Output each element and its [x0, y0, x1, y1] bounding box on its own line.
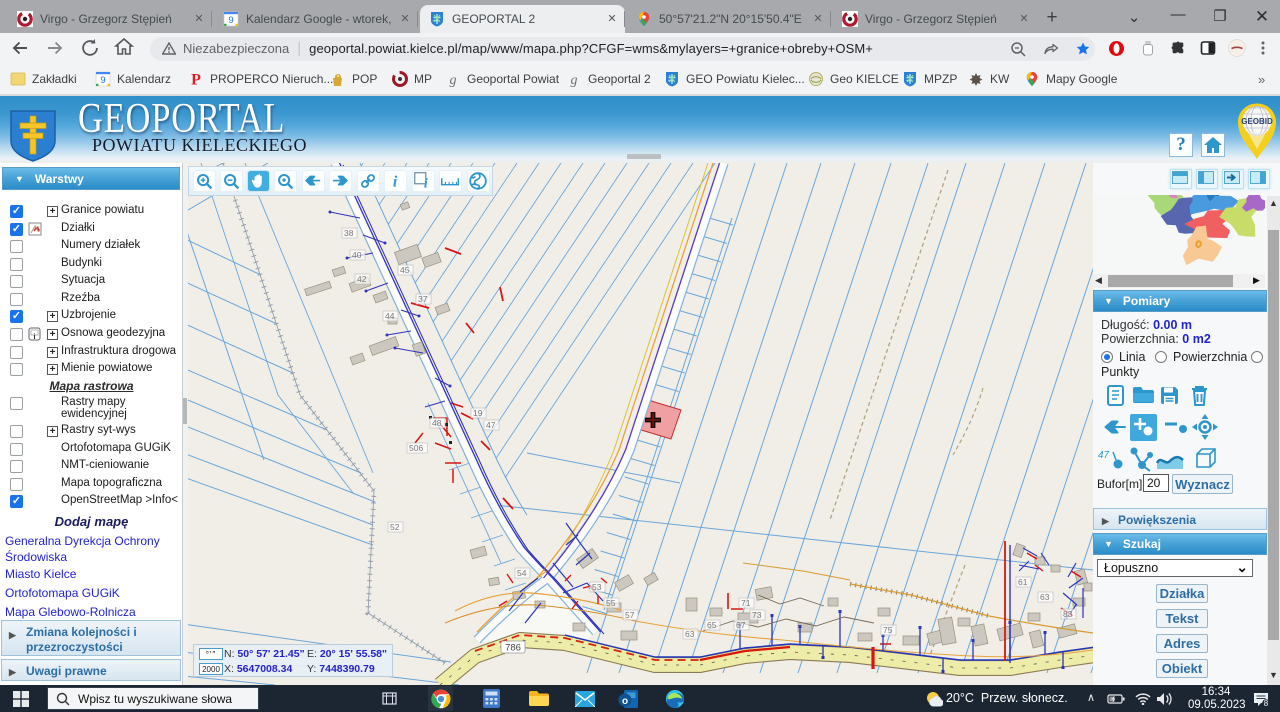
svg-text:48: 48: [432, 418, 442, 428]
svg-text:506: 506: [409, 443, 423, 453]
svg-text:75: 75: [883, 625, 893, 635]
svg-text:8: 8: [1263, 698, 1268, 706]
svg-text:42: 42: [357, 274, 367, 284]
svg-text:63: 63: [685, 629, 695, 639]
svg-text:54: 54: [517, 568, 527, 578]
svg-text:38: 38: [344, 228, 354, 238]
svg-text:GEOBID: GEOBID: [1241, 117, 1273, 126]
svg-text:i: i: [34, 334, 36, 341]
svg-text:9: 9: [228, 15, 233, 26]
svg-text:i: i: [393, 174, 398, 190]
svg-text:55: 55: [606, 598, 616, 608]
svg-text:71: 71: [741, 598, 751, 608]
svg-text:40: 40: [352, 250, 362, 260]
svg-text:o: o: [622, 696, 628, 707]
svg-text:67: 67: [736, 620, 746, 630]
svg-text:47: 47: [486, 420, 496, 430]
svg-text:786: 786: [505, 643, 521, 654]
svg-text:45: 45: [400, 265, 410, 275]
svg-text:53: 53: [592, 582, 602, 592]
svg-text:52: 52: [390, 522, 400, 532]
svg-text:44: 44: [385, 311, 395, 321]
svg-text:i: i: [424, 175, 428, 190]
svg-text:83: 83: [1063, 609, 1073, 619]
svg-text:63: 63: [1040, 592, 1050, 602]
svg-text:g: g: [450, 73, 457, 87]
svg-text:47: 47: [1098, 450, 1110, 461]
svg-text:57: 57: [625, 610, 635, 620]
svg-text:P: P: [191, 72, 201, 88]
svg-text:19: 19: [473, 408, 483, 418]
svg-text:61: 61: [1018, 577, 1028, 587]
svg-text:37: 37: [418, 294, 428, 304]
svg-text:g: g: [571, 73, 578, 87]
svg-text:73: 73: [752, 610, 762, 620]
svg-text:9: 9: [100, 75, 105, 86]
svg-text:65: 65: [707, 620, 717, 630]
